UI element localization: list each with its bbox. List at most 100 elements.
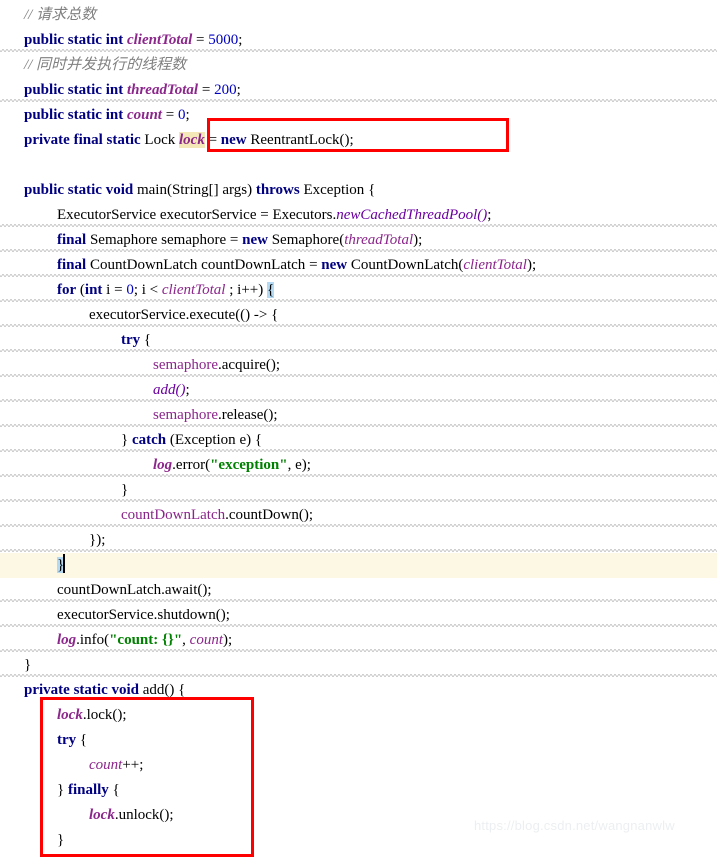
code-line[interactable]: private final static Lock lock = new Ree… [0, 128, 717, 153]
code-line[interactable]: final CountDownLatch countDownLatch = ne… [0, 253, 717, 278]
variable-token: executorService [89, 307, 186, 323]
keyword-token: public [24, 32, 65, 48]
field-token: clientTotal [463, 257, 527, 273]
method-token: shutdown() [157, 607, 226, 623]
field-token: threadTotal [344, 232, 414, 248]
field-token-log: log [57, 632, 77, 648]
punctuation: ); [413, 232, 423, 248]
variable-token: countDownLatch [57, 582, 162, 598]
punctuation: ; [308, 507, 314, 523]
field-token-lock-occurrence[interactable]: lock [179, 132, 205, 148]
keyword-token: catch [131, 432, 167, 448]
code-line[interactable]: semaphore.acquire(); [0, 353, 717, 378]
operator: = [198, 82, 215, 98]
code-line[interactable]: semaphore.release(); [0, 403, 717, 428]
method-token: add() [153, 382, 186, 398]
keyword-token: try [57, 732, 77, 748]
text-caret [63, 554, 66, 573]
code-line[interactable]: add(); [0, 378, 717, 403]
operator: = [204, 132, 221, 148]
field-token-lock: lock [57, 707, 83, 723]
punctuation: ; [185, 107, 190, 123]
punctuation: ); [526, 257, 537, 273]
keyword-token: static [73, 682, 108, 698]
punctuation: } [121, 482, 129, 498]
method-token: execute [189, 307, 236, 323]
keyword-token: public [24, 182, 65, 198]
keyword-token: int [84, 282, 103, 298]
punctuation: , [182, 632, 190, 648]
type-token: ReentrantLock() [250, 132, 350, 148]
code-editor-canvas[interactable]: // 请求总数 public static int clientTotal = … [0, 0, 717, 848]
field-token: clientTotal [126, 32, 193, 48]
keyword-token: int [105, 107, 124, 123]
code-line[interactable]: private static void add() { [0, 678, 717, 703]
keyword-token: int [105, 32, 124, 48]
code-line[interactable]: executorService.shutdown(); [0, 603, 717, 628]
type-token: CountDownLatch [350, 257, 459, 273]
method-token: unlock() [118, 807, 170, 823]
code-line-blank[interactable] [0, 153, 717, 178]
operator: = [192, 32, 209, 48]
code-line[interactable]: public static int count = 0; [0, 103, 717, 128]
punctuation: , e); [287, 457, 311, 473]
variable-token: semaphore [153, 357, 218, 373]
code-line[interactable]: executorService.execute(() -> { [0, 303, 717, 328]
type-token: Executors [272, 207, 333, 223]
code-line[interactable]: // 同时并发执行的线程数 [0, 53, 717, 78]
code-line[interactable]: public static int clientTotal = 5000; [0, 28, 717, 53]
comment-token: // 请求总数 [24, 7, 97, 23]
code-line[interactable]: } [0, 653, 717, 678]
operator: = [256, 207, 273, 223]
type-token: ExecutorService [57, 207, 157, 223]
operator: ; i < [133, 282, 162, 298]
code-line[interactable]: try { [0, 728, 717, 753]
code-line[interactable]: log.info("count: {}", count); [0, 628, 717, 653]
code-line[interactable]: for (int i = 0; i < clientTotal ; i++) { [0, 278, 717, 303]
keyword-token: public [24, 82, 65, 98]
punctuation: (() -> { [235, 307, 279, 323]
keyword-token: void [111, 682, 139, 698]
keyword-token: public [24, 107, 65, 123]
type-token: Exception [303, 182, 365, 198]
code-line[interactable]: count++; [0, 753, 717, 778]
operator: = [305, 257, 322, 273]
code-line[interactable]: lock.lock(); [0, 703, 717, 728]
code-line-current[interactable]: } [0, 553, 717, 578]
code-line[interactable]: } catch (Exception e) { [0, 428, 717, 453]
code-line[interactable]: countDownLatch.await(); [0, 578, 717, 603]
keyword-token: int [105, 82, 124, 98]
punctuation: { [76, 732, 88, 748]
code-line[interactable]: } finally { [0, 778, 717, 803]
matching-brace-highlight[interactable]: { [266, 282, 275, 298]
code-line[interactable]: // 请求总数 [0, 3, 717, 28]
method-token: newCachedThreadPool() [336, 207, 488, 223]
number-token: 0 [126, 282, 134, 298]
code-line[interactable]: countDownLatch.countDown(); [0, 503, 717, 528]
code-line[interactable]: public static void main(String[] args) t… [0, 178, 717, 203]
punctuation: { [364, 182, 376, 198]
variable-token: semaphore [161, 232, 227, 248]
keyword-token: static [67, 182, 102, 198]
keyword-token: final [57, 257, 87, 273]
punctuation: { [174, 682, 186, 698]
method-token: error [175, 457, 206, 473]
type-token: Semaphore [89, 232, 158, 248]
method-token: add() [142, 682, 175, 698]
code-line[interactable]: try { [0, 328, 717, 353]
keyword-token: final [73, 132, 103, 148]
punctuation: ; [207, 582, 212, 598]
code-line[interactable]: }); [0, 528, 717, 553]
string-token: "count: {}" [109, 632, 183, 648]
punctuation: e) { [235, 432, 263, 448]
code-line[interactable]: ExecutorService executorService = Execut… [0, 203, 717, 228]
method-token: release() [221, 407, 274, 423]
code-line[interactable]: log.error("exception", e); [0, 453, 717, 478]
punctuation: ; [236, 82, 241, 98]
punctuation: ; [225, 607, 230, 623]
code-line[interactable]: final Semaphore semaphore = new Semaphor… [0, 228, 717, 253]
code-line[interactable]: } [0, 478, 717, 503]
code-line[interactable]: public static int threadTotal = 200; [0, 78, 717, 103]
operator: = [226, 232, 243, 248]
type-token: Semaphore [271, 232, 340, 248]
